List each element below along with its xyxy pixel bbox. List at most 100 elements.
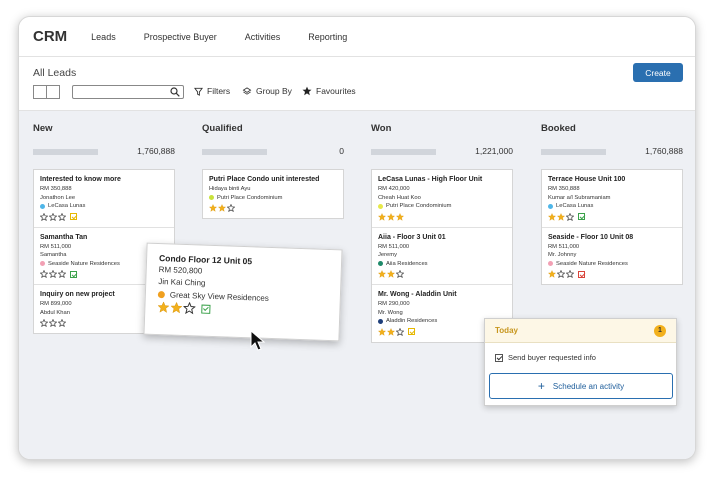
today-activity-popup: Today 1 Send buyer requested info + Sche…: [484, 318, 677, 406]
priority-stars[interactable]: [209, 203, 337, 213]
star-filled-icon[interactable]: [218, 204, 226, 212]
done-checkbox[interactable]: [578, 270, 585, 278]
column-progress-bar: [202, 149, 267, 155]
card-title: Interested to know more: [40, 176, 121, 183]
star-filled-icon[interactable]: [170, 301, 183, 314]
star-outline-icon[interactable]: [40, 212, 48, 221]
priority-stars[interactable]: [40, 212, 168, 222]
star-outline-icon[interactable]: [183, 301, 196, 315]
done-checkbox[interactable]: [70, 213, 77, 220]
lead-card[interactable]: Seaside - Floor 10 Unit 08 RM 511,000 Mr. …: [542, 228, 682, 285]
priority-stars[interactable]: [378, 212, 506, 222]
star-outline-icon[interactable]: [58, 270, 66, 278]
star-filled-icon[interactable]: [557, 212, 565, 221]
star-outline-icon[interactable]: [40, 270, 48, 278]
search-input[interactable]: [72, 85, 184, 99]
tag-dot-icon: [209, 195, 214, 201]
activity-task[interactable]: Send buyer requested info: [485, 353, 676, 362]
card-title: Terrace House Unit 100: [548, 176, 626, 183]
group-by-button[interactable]: Group By: [242, 86, 292, 96]
star-outline-icon[interactable]: [49, 212, 57, 221]
brand-logo: CRM: [33, 28, 68, 45]
card-person: Hidaya binti Ayu: [209, 186, 251, 192]
task-checkbox[interactable]: [495, 353, 503, 362]
star-filled-icon[interactable]: [387, 212, 395, 221]
star-filled-icon[interactable]: [209, 204, 217, 212]
create-button[interactable]: Create: [633, 63, 683, 82]
filter-icon: [194, 87, 203, 96]
star-outline-icon[interactable]: [396, 270, 404, 278]
done-checkbox[interactable]: [70, 270, 77, 278]
card-title: Mr. Wong - Aladdin Unit: [378, 291, 457, 298]
star-outline-icon[interactable]: [58, 319, 66, 327]
tag-dot-icon: [548, 203, 553, 209]
lead-card[interactable]: Putri Place Condo unit interested Hidaya …: [203, 170, 343, 218]
group-by-label: Group By: [256, 86, 292, 96]
card-price: RM 350,888: [40, 186, 72, 192]
column-total: 1,760,888: [137, 146, 175, 156]
nav-prospective-buyer[interactable]: Prospective Buyer: [144, 32, 217, 42]
card-person: Mr. Wong: [378, 309, 403, 316]
lead-card[interactable]: Aiia - Floor 3 Unit 01 RM 511,000 Jeremy Ai…: [372, 228, 512, 285]
done-checkbox[interactable]: [408, 328, 415, 335]
star-filled-icon[interactable]: [378, 212, 386, 221]
star-outline-icon[interactable]: [227, 204, 235, 212]
card-title: LeCasa Lunas - High Floor Unit: [378, 176, 483, 183]
star-filled-icon[interactable]: [387, 270, 395, 278]
star-outline-icon[interactable]: [40, 319, 48, 327]
schedule-activity-label: Schedule an activity: [552, 381, 625, 391]
star-filled-icon[interactable]: [378, 327, 386, 336]
kanban-column-booked: Booked 1,760,888 Terrace House Unit 100 RM …: [541, 111, 683, 459]
card-person: Jeremy: [378, 252, 398, 258]
priority-stars[interactable]: [548, 269, 676, 279]
page-title: All Leads: [33, 67, 77, 79]
priority-stars[interactable]: [378, 269, 506, 279]
column-title: Won: [371, 123, 392, 134]
nav-reporting[interactable]: Reporting: [308, 32, 347, 42]
filters-button[interactable]: Filters: [194, 86, 230, 96]
priority-stars[interactable]: [548, 212, 676, 222]
star-outline-icon[interactable]: [566, 212, 574, 221]
card-title: Seaside - Floor 10 Unit 08: [548, 233, 634, 241]
search-icon[interactable]: [170, 87, 180, 97]
star-filled-icon[interactable]: [378, 270, 386, 278]
star-outline-icon[interactable]: [58, 212, 66, 221]
star-filled-icon[interactable]: [396, 212, 404, 221]
view-toggle[interactable]: [33, 85, 60, 99]
card-tag: Aiia Residences: [378, 260, 506, 269]
column-progress-bar: [541, 149, 606, 155]
done-checkbox[interactable]: [578, 213, 585, 220]
star-icon: [302, 86, 312, 96]
kanban-view-button[interactable]: [34, 86, 47, 98]
schedule-activity-button[interactable]: + Schedule an activity: [489, 373, 673, 399]
lead-card[interactable]: LeCasa Lunas - High Floor Unit RM 420,000…: [372, 170, 512, 228]
star-outline-icon[interactable]: [396, 327, 404, 336]
nav-leads[interactable]: Leads: [91, 32, 116, 42]
star-filled-icon[interactable]: [548, 270, 556, 278]
card-title: Putri Place Condo unit interested: [209, 176, 320, 183]
nav-activities[interactable]: Activities: [245, 32, 281, 42]
column-title: Qualified: [202, 123, 243, 134]
done-checkbox[interactable]: [201, 304, 211, 314]
control-bar: All Leads Create Filters Group By Favour…: [19, 57, 695, 111]
kanban-board: New 1,760,888 Interested to know more RM 35…: [19, 111, 695, 459]
lead-card[interactable]: Terrace House Unit 100 RM 350,888 Kumar a/…: [542, 170, 682, 228]
star-outline-icon[interactable]: [557, 270, 565, 278]
dragging-card[interactable]: Condo Floor 12 Unit 05 RM 520,800 Jin Ka…: [143, 242, 343, 342]
star-outline-icon[interactable]: [49, 270, 57, 278]
favourites-button[interactable]: Favourites: [302, 86, 356, 96]
card-tag: Putri Place Condominium: [209, 194, 337, 203]
star-filled-icon[interactable]: [157, 301, 170, 313]
star-outline-icon[interactable]: [566, 270, 574, 278]
tag-dot-icon: [548, 261, 553, 267]
list-view-button[interactable]: [47, 86, 59, 98]
lead-card[interactable]: Interested to know more RM 350,888 Jonatho…: [34, 170, 174, 228]
plus-icon: +: [537, 379, 545, 393]
card-tag-label: LeCasa Lunas: [556, 203, 594, 209]
star-filled-icon[interactable]: [548, 212, 556, 221]
star-outline-icon[interactable]: [49, 319, 57, 327]
card-tag-label: Seaside Nature Residences: [48, 260, 120, 267]
card-price: RM 350,888: [548, 186, 580, 192]
kanban-column-won: Won 1,221,000 LeCasa Lunas - High Floor Un…: [371, 111, 513, 459]
star-filled-icon[interactable]: [387, 327, 395, 336]
